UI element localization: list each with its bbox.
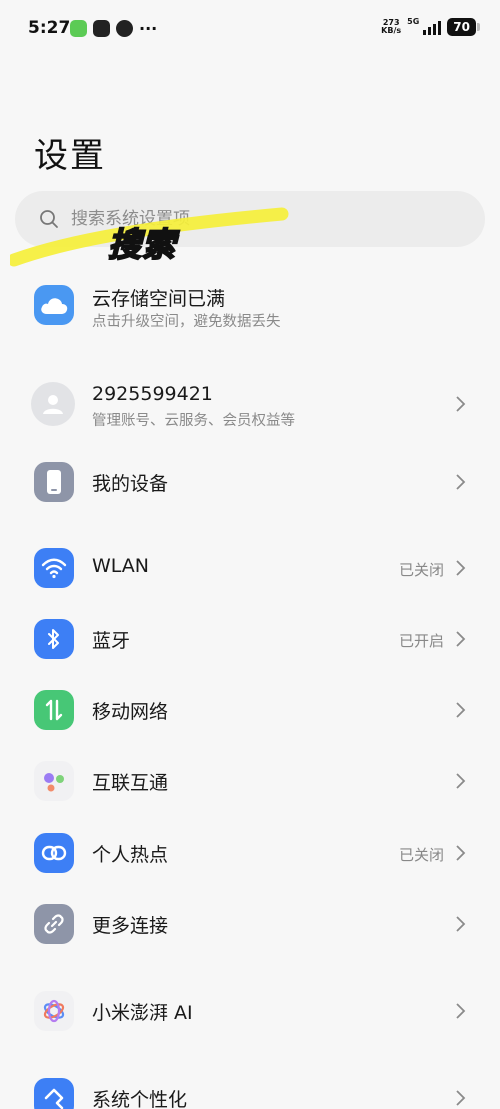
- settings-item-more-connections[interactable]: 更多连接: [0, 889, 500, 959]
- search-icon: [40, 210, 58, 228]
- interconnect-icon: [34, 761, 74, 801]
- wlan-status: 已关闭: [398, 561, 444, 579]
- hotspot-status: 已关闭: [398, 846, 444, 864]
- message-notification-icon: [70, 20, 87, 37]
- chevron-right-icon: [456, 845, 466, 861]
- annotation-text: 搜索: [107, 224, 176, 265]
- status-time: 5:27: [28, 18, 71, 38]
- chevron-right-icon: [456, 702, 466, 718]
- cloud-icon: [34, 285, 74, 325]
- search-bar[interactable]: [15, 191, 485, 247]
- account-row[interactable]: 2925599421 管理账号、云服务、会员权益等: [0, 369, 500, 439]
- bluetooth-icon: [34, 619, 74, 659]
- app-notification-icon: [93, 20, 110, 37]
- notification-icons: ···: [70, 20, 157, 37]
- settings-item-wlan[interactable]: WLAN 已关闭: [0, 533, 500, 603]
- phone-icon: [34, 462, 74, 502]
- chevron-right-icon: [456, 396, 466, 412]
- settings-item-label: 移动网络: [92, 701, 169, 723]
- settings-item-personalization[interactable]: 系统个性化: [0, 1063, 500, 1109]
- settings-item-label: 个人热点: [92, 844, 169, 866]
- chevron-right-icon: [456, 773, 466, 789]
- cloud-storage-row[interactable]: 云存储空间已满 点击升级空间，避免数据丢失: [0, 270, 500, 340]
- chevron-right-icon: [456, 474, 466, 490]
- settings-item-label: WLAN: [92, 555, 150, 577]
- clock-notification-icon: [116, 20, 133, 37]
- link-icon: [34, 904, 74, 944]
- wifi-icon: [34, 548, 74, 588]
- settings-item-ai[interactable]: 小米澎湃 AI: [0, 976, 500, 1046]
- settings-item-label: 我的设备: [92, 473, 169, 495]
- chevron-right-icon: [456, 1090, 466, 1106]
- signal-icon: [423, 19, 442, 35]
- bluetooth-status: 已开启: [398, 632, 444, 650]
- settings-item-bluetooth[interactable]: 蓝牙 已开启: [0, 604, 500, 674]
- account-id: 2925599421: [92, 383, 213, 405]
- chevron-right-icon: [456, 560, 466, 576]
- network-speed: 273 KB/s: [381, 18, 402, 35]
- hotspot-icon: [34, 833, 74, 873]
- settings-item-mobile-network[interactable]: 移动网络: [0, 675, 500, 745]
- chevron-right-icon: [456, 1003, 466, 1019]
- page-title: 设置: [34, 136, 106, 176]
- battery-icon: 70: [447, 18, 480, 36]
- ai-icon: [34, 991, 74, 1031]
- paint-brush-icon: [34, 1078, 74, 1109]
- avatar: [31, 382, 75, 426]
- cloud-storage-subtitle: 点击升级空间，避免数据丢失: [92, 314, 281, 330]
- settings-item-label: 互联互通: [92, 772, 169, 794]
- settings-item-my-device[interactable]: 我的设备: [0, 447, 500, 517]
- network-type: 5G: [407, 16, 420, 26]
- settings-item-interconnect[interactable]: 互联互通: [0, 746, 500, 816]
- settings-item-hotspot[interactable]: 个人热点 已关闭: [0, 818, 500, 888]
- settings-item-label: 更多连接: [92, 915, 169, 937]
- status-bar: 5:27 ··· 273 KB/s 5G 70: [0, 0, 500, 60]
- account-subtitle: 管理账号、云服务、会员权益等: [92, 413, 295, 429]
- chevron-right-icon: [456, 631, 466, 647]
- chevron-right-icon: [456, 916, 466, 932]
- mobile-data-icon: [34, 690, 74, 730]
- cloud-storage-title: 云存储空间已满: [92, 288, 226, 310]
- more-notifications-icon: ···: [139, 18, 158, 38]
- status-right: 273 KB/s 5G 70: [381, 16, 480, 36]
- settings-item-label: 蓝牙: [92, 630, 131, 652]
- settings-item-label: 小米澎湃 AI: [92, 1002, 193, 1024]
- settings-item-label: 系统个性化: [92, 1089, 188, 1109]
